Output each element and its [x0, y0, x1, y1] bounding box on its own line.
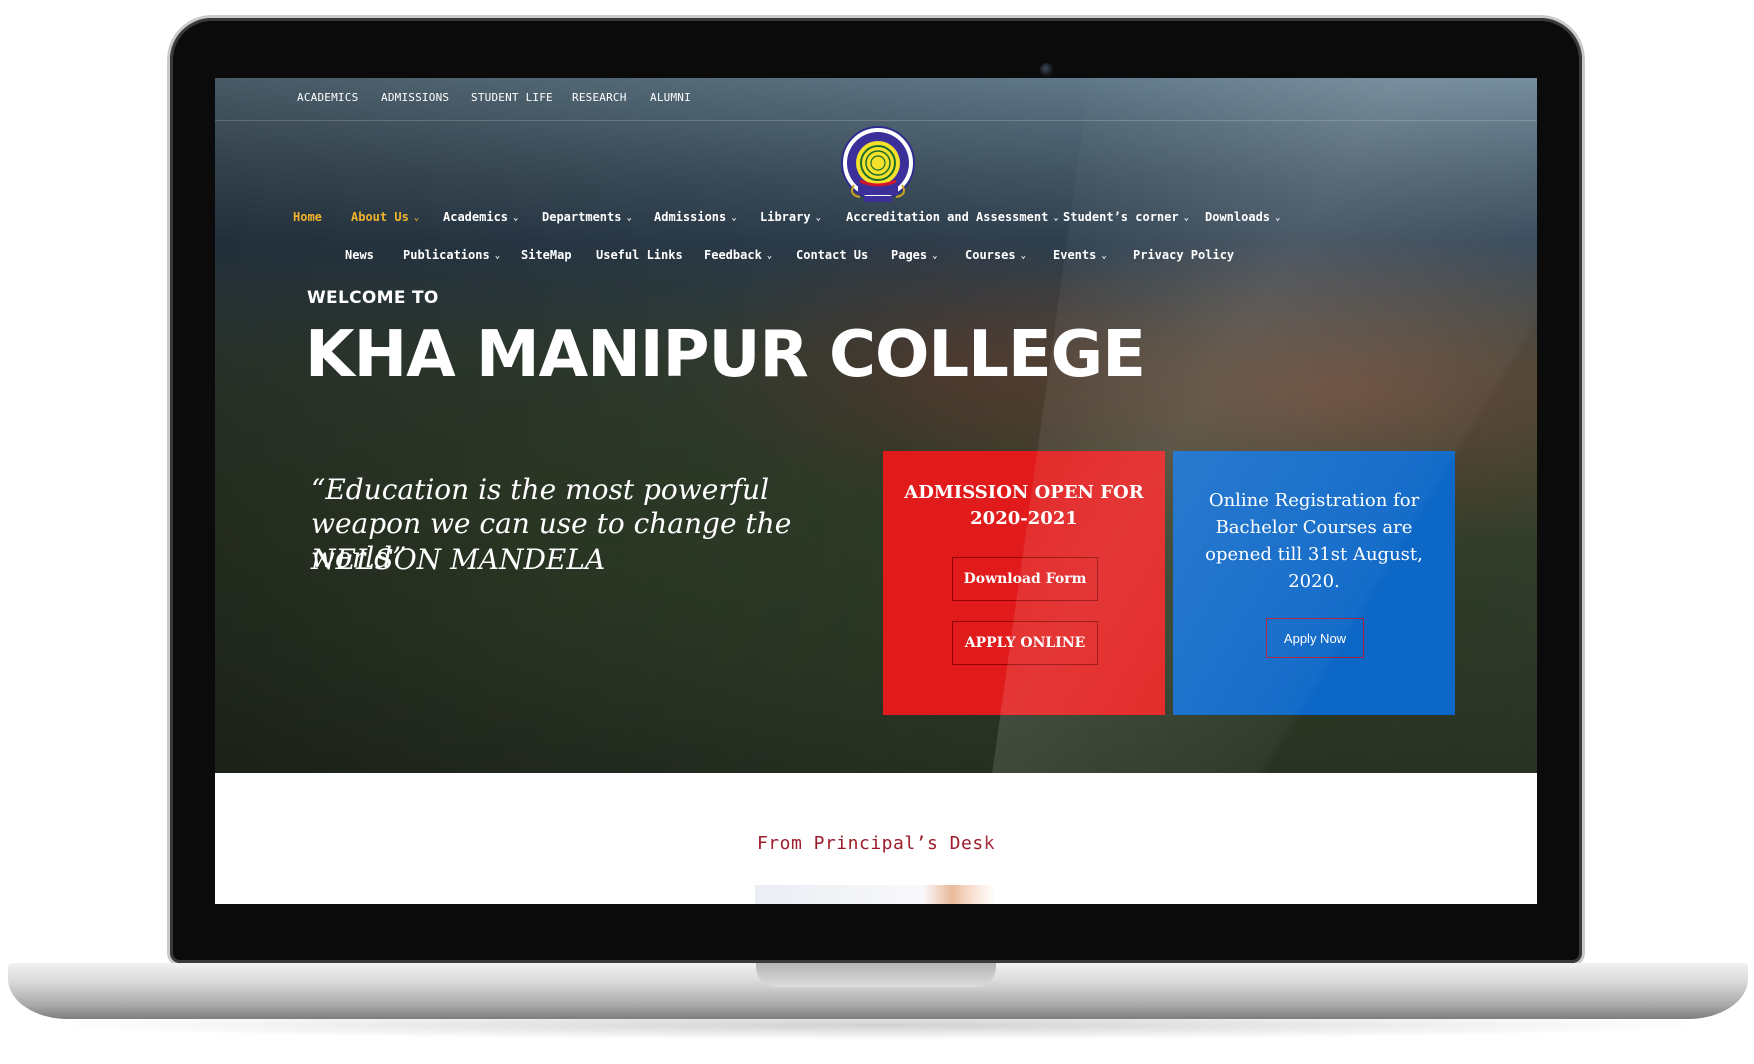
chevron-down-icon: ⌄ [513, 213, 519, 223]
download-form-button[interactable]: Download Form [952, 557, 1098, 601]
nav-events[interactable]: Events ⌄ [1053, 248, 1107, 262]
chevron-down-icon: ⌄ [1053, 213, 1059, 223]
chevron-down-icon: ⌄ [413, 213, 420, 223]
principal-section: From Principal’s Desk [215, 773, 1537, 904]
registration-text: Online Registration for Bachelor Courses… [1205, 490, 1423, 592]
nav-sitemap[interactable]: SiteMap [521, 248, 572, 262]
topbar-link-admissions[interactable]: ADMISSIONS [381, 91, 449, 104]
topbar-link-alumni[interactable]: ALUMNI [650, 91, 691, 104]
chevron-down-icon: ⌄ [1101, 251, 1107, 261]
nav-library[interactable]: Library ⌄ [760, 210, 821, 224]
chevron-down-icon: ⌄ [932, 251, 938, 261]
browser-viewport: ACADEMICS ADMISSIONS STUDENT LIFE RESEAR… [215, 78, 1537, 904]
principal-photo [755, 885, 995, 904]
college-logo[interactable] [838, 123, 918, 211]
chevron-down-icon: ⌄ [731, 213, 737, 223]
nav-about-us[interactable]: About Us ⌄ [351, 210, 419, 224]
main-nav-row-2: News Publications ⌄ SiteMap Useful Links … [215, 248, 1537, 272]
nav-pages[interactable]: Pages ⌄ [891, 248, 938, 262]
topbar-link-student-life[interactable]: STUDENT LIFE [471, 91, 553, 104]
apply-now-button[interactable]: Apply Now [1266, 618, 1364, 658]
nav-courses[interactable]: Courses ⌄ [965, 248, 1026, 262]
nav-contact-us[interactable]: Contact Us [796, 248, 868, 262]
chevron-down-icon: ⌄ [626, 213, 632, 223]
webcam-icon [1040, 63, 1054, 77]
topbar-link-research[interactable]: RESEARCH [572, 91, 627, 104]
admission-title-line1: ADMISSION OPEN FOR [904, 482, 1144, 503]
nav-admissions[interactable]: Admissions ⌄ [654, 210, 737, 224]
top-bar: ACADEMICS ADMISSIONS STUDENT LIFE RESEAR… [215, 78, 1537, 121]
main-nav-row-1: Home About Us ⌄ Academics ⌄ Departments ⌄ A… [215, 210, 1537, 234]
welcome-label: WELCOME TO [307, 288, 439, 308]
nav-feedback[interactable]: Feedback ⌄ [704, 248, 772, 262]
chevron-down-icon: ⌄ [1275, 213, 1281, 223]
college-title: KHA MANIPUR COLLEGE [305, 318, 1146, 392]
nav-downloads[interactable]: Downloads ⌄ [1205, 210, 1280, 224]
nav-accreditation[interactable]: Accreditation and Assessment ⌄ [846, 210, 1059, 224]
chevron-down-icon: ⌄ [1020, 251, 1026, 261]
nav-students-corner[interactable]: Student’s corner ⌄ [1063, 210, 1189, 224]
topbar-link-academics[interactable]: ACADEMICS [297, 91, 358, 104]
laptop-notch [756, 963, 996, 987]
chevron-down-icon: ⌄ [1183, 213, 1190, 223]
nav-academics[interactable]: Academics ⌄ [443, 210, 518, 224]
quote-author: NELSON MANDELA [311, 543, 606, 576]
nav-departments[interactable]: Departments ⌄ [542, 210, 632, 224]
nav-publications[interactable]: Publications ⌄ [403, 248, 500, 262]
nav-privacy-policy[interactable]: Privacy Policy [1133, 248, 1234, 262]
section-heading: From Principal’s Desk [756, 833, 996, 854]
apply-online-button[interactable]: APPLY ONLINE [952, 621, 1098, 665]
admission-card: ADMISSION OPEN FOR 2020-2021 Download Fo… [883, 451, 1165, 715]
admission-title-line2: 2020-2021 [970, 508, 1078, 529]
nav-news[interactable]: News [345, 248, 374, 262]
registration-card: Online Registration for Bachelor Courses… [1173, 451, 1455, 715]
chevron-down-icon: ⌄ [766, 251, 773, 261]
chevron-down-icon: ⌄ [494, 251, 501, 261]
chevron-down-icon: ⌄ [815, 213, 821, 223]
nav-home[interactable]: Home [293, 210, 322, 224]
nav-useful-links[interactable]: Useful Links [596, 248, 683, 262]
